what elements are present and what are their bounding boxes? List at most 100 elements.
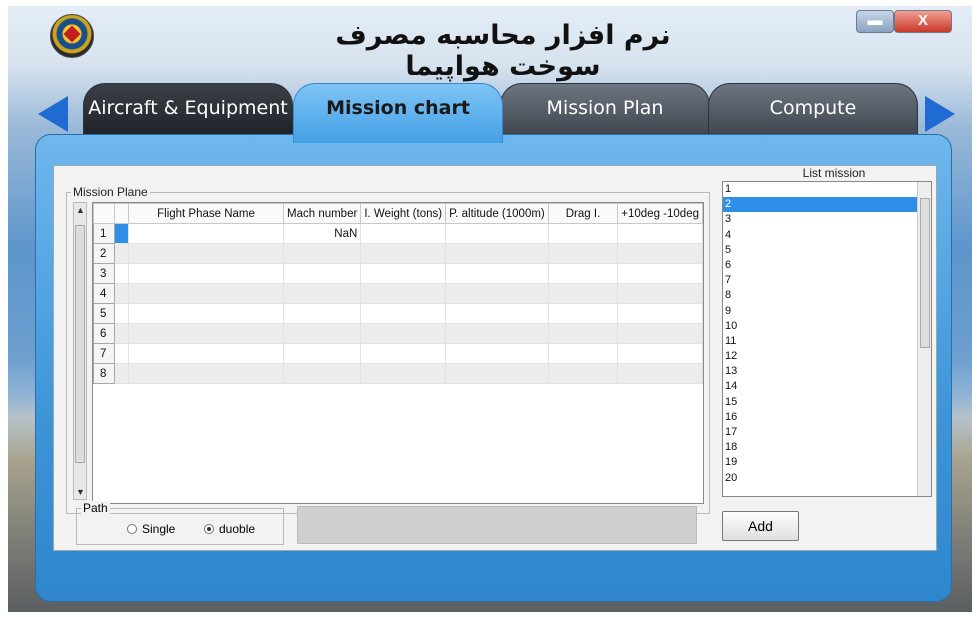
- table-cell[interactable]: [547, 263, 619, 284]
- table-cell[interactable]: [547, 243, 619, 264]
- table-cell[interactable]: [128, 323, 284, 344]
- column-header[interactable]: +10deg -10deg: [617, 203, 703, 224]
- mission-scrollbar[interactable]: ▲ ▼: [73, 202, 87, 500]
- row-number[interactable]: 3: [93, 263, 115, 284]
- table-cell[interactable]: [360, 243, 447, 264]
- tab-aircraft-equipment[interactable]: Aircraft & Equipment: [83, 83, 293, 135]
- column-header[interactable]: Mach number: [282, 203, 362, 224]
- table-cell[interactable]: [282, 323, 362, 344]
- column-header[interactable]: P. altitude (1000m): [445, 203, 549, 224]
- table-cell[interactable]: [617, 243, 703, 264]
- table-cell[interactable]: [445, 363, 549, 384]
- row-number[interactable]: 4: [93, 283, 115, 304]
- table-cell[interactable]: [445, 343, 549, 364]
- table-cell[interactable]: [547, 283, 619, 304]
- list-item[interactable]: 5: [723, 243, 931, 258]
- table-cell[interactable]: [445, 263, 549, 284]
- table-cell[interactable]: [547, 303, 619, 324]
- table-cell[interactable]: [360, 263, 447, 284]
- column-header[interactable]: Flight Phase Name: [128, 203, 284, 224]
- selector-cell[interactable]: [113, 343, 130, 364]
- table-cell[interactable]: [445, 323, 549, 344]
- scroll-thumb[interactable]: [75, 225, 85, 463]
- selector-cell[interactable]: [113, 363, 130, 384]
- scroll-down-icon[interactable]: ▼: [75, 487, 86, 497]
- selector-cell[interactable]: [113, 283, 130, 304]
- selector-cell[interactable]: [113, 303, 130, 324]
- table-cell[interactable]: [360, 223, 447, 244]
- table-cell[interactable]: [282, 283, 362, 304]
- table-cell[interactable]: [445, 243, 549, 264]
- row-number[interactable]: 8: [93, 363, 115, 384]
- table-cell[interactable]: [445, 303, 549, 324]
- table-cell[interactable]: [445, 223, 549, 244]
- table-row[interactable]: 1 NaN: [93, 223, 703, 244]
- table-row[interactable]: 5: [93, 303, 703, 324]
- close-button[interactable]: X: [894, 10, 952, 33]
- table-cell[interactable]: [547, 363, 619, 384]
- row-number[interactable]: 5: [93, 303, 115, 324]
- list-item[interactable]: 8: [723, 288, 931, 303]
- list-item[interactable]: 4: [723, 228, 931, 243]
- table-cell[interactable]: [617, 323, 703, 344]
- list-item[interactable]: 3: [723, 212, 931, 227]
- table-cell[interactable]: [360, 343, 447, 364]
- table-cell[interactable]: [360, 283, 447, 304]
- table-row[interactable]: 8: [93, 363, 703, 384]
- selector-cell[interactable]: [113, 263, 130, 284]
- table-row[interactable]: 7: [93, 343, 703, 364]
- row-number[interactable]: 2: [93, 243, 115, 264]
- selector-cell[interactable]: [113, 323, 130, 344]
- list-item[interactable]: 7: [723, 273, 931, 288]
- list-item[interactable]: 11: [723, 334, 931, 349]
- table-cell[interactable]: [282, 303, 362, 324]
- list-item[interactable]: 14: [723, 379, 931, 394]
- table-cell[interactable]: [128, 283, 284, 304]
- table-row[interactable]: 4: [93, 283, 703, 304]
- table-cell[interactable]: [128, 223, 284, 244]
- table-cell[interactable]: NaN: [282, 223, 362, 244]
- table-cell[interactable]: [617, 363, 703, 384]
- selected-cell[interactable]: [113, 223, 130, 244]
- minimize-button[interactable]: ▬: [856, 10, 894, 33]
- table-cell[interactable]: [617, 343, 703, 364]
- row-number[interactable]: 6: [93, 323, 115, 344]
- tab-mission-chart[interactable]: Mission chart: [293, 83, 503, 143]
- table-cell[interactable]: [360, 323, 447, 344]
- table-row[interactable]: 2: [93, 243, 703, 264]
- table-cell[interactable]: [360, 303, 447, 324]
- column-header[interactable]: I. Weight (tons): [360, 203, 447, 224]
- previous-arrow-icon[interactable]: [38, 96, 68, 132]
- list-item[interactable]: 1: [723, 182, 931, 197]
- tab-compute[interactable]: Compute: [708, 83, 918, 135]
- list-item[interactable]: 2: [723, 197, 931, 213]
- list-item[interactable]: 10: [723, 319, 931, 334]
- column-header[interactable]: Drag I.: [547, 203, 619, 224]
- tab-mission-plan[interactable]: Mission Plan: [500, 83, 710, 135]
- table-cell[interactable]: [128, 263, 284, 284]
- double-option[interactable]: duoble: [204, 522, 255, 536]
- table-cell[interactable]: [547, 223, 619, 244]
- table-cell[interactable]: [128, 343, 284, 364]
- table-row[interactable]: 3: [93, 263, 703, 284]
- table-cell[interactable]: [282, 263, 362, 284]
- list-item[interactable]: 13: [723, 364, 931, 379]
- mission-list[interactable]: 1 2 3 4 5 6 7 8 9 10 11 12 13 14 15 16 17 18 19 20: [722, 181, 932, 497]
- table-cell[interactable]: [282, 343, 362, 364]
- mission-grid[interactable]: Flight Phase Name Mach number I. Weight …: [92, 202, 704, 504]
- table-cell[interactable]: [547, 323, 619, 344]
- list-item[interactable]: 16: [723, 410, 931, 425]
- table-cell[interactable]: [128, 303, 284, 324]
- scroll-up-icon[interactable]: ▲: [75, 205, 86, 215]
- list-item[interactable]: 18: [723, 440, 931, 455]
- list-item[interactable]: 12: [723, 349, 931, 364]
- double-radio[interactable]: [204, 524, 214, 534]
- table-cell[interactable]: [617, 223, 703, 244]
- table-cell[interactable]: [617, 303, 703, 324]
- table-cell[interactable]: [617, 263, 703, 284]
- list-scroll-thumb[interactable]: [920, 198, 930, 348]
- table-cell[interactable]: [617, 283, 703, 304]
- table-cell[interactable]: [128, 243, 284, 264]
- table-cell[interactable]: [445, 283, 549, 304]
- table-cell[interactable]: [547, 343, 619, 364]
